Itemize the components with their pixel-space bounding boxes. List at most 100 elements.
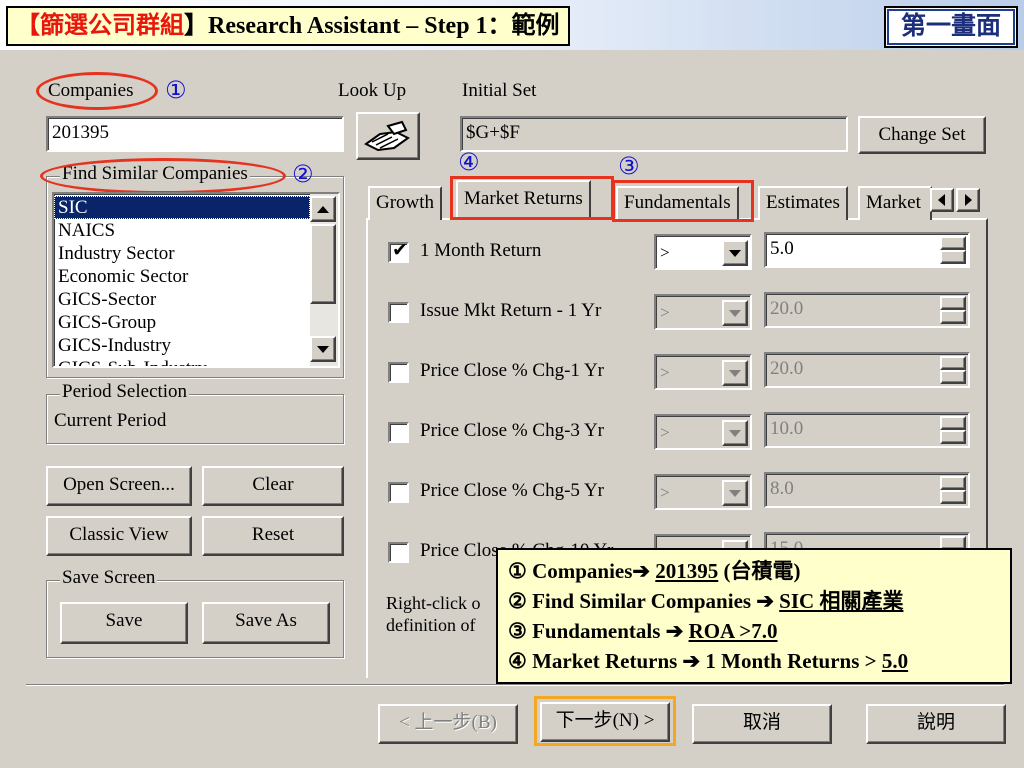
criterion-value-input[interactable]: 20.0: [764, 352, 970, 388]
tab-growth[interactable]: Growth: [368, 186, 443, 220]
value-spinner[interactable]: [940, 476, 966, 504]
criterion-label: Price Close % Chg-1 Yr: [420, 360, 604, 381]
help-button[interactable]: 說明: [866, 704, 1006, 744]
companies-input-value: 201395: [52, 122, 109, 143]
checkmark-icon: ✔: [392, 239, 408, 261]
lookup-book-icon: [364, 120, 410, 152]
similar-list-items: SIC NAICS Industry Sector Economic Sector GI…: [54, 196, 310, 366]
scroll-down-button[interactable]: [310, 336, 336, 362]
scroll-thumb[interactable]: [310, 224, 336, 304]
next-button[interactable]: 下一步(N) >: [540, 702, 670, 742]
spin-up-button[interactable]: [940, 236, 966, 250]
annotation-note: ① Companies➔ 201395 (台積電) ② Find Similar…: [496, 548, 1012, 684]
list-item[interactable]: GICS-Group: [54, 311, 310, 334]
open-screen-button[interactable]: Open Screen...: [46, 466, 192, 506]
list-item[interactable]: NAICS: [54, 219, 310, 242]
back-button[interactable]: < 上一步(B): [378, 704, 518, 744]
marker-4: ④: [458, 148, 480, 176]
criterion-checkbox[interactable]: [388, 542, 409, 563]
criterion-value: 20.0: [770, 358, 804, 379]
chevron-down-icon: [729, 430, 741, 437]
initial-set-label: Initial Set: [462, 80, 537, 101]
operator-select[interactable]: >: [654, 294, 752, 330]
criterion-checkbox[interactable]: ✔: [388, 239, 409, 263]
operator-select[interactable]: >: [654, 354, 752, 390]
scroll-up-button[interactable]: [310, 196, 336, 222]
spin-down-button[interactable]: [940, 370, 966, 384]
list-item[interactable]: GICS-Sector: [54, 288, 310, 311]
criterion-checkbox[interactable]: [388, 362, 409, 383]
screen-tag: 第一畫面: [884, 6, 1018, 48]
list-item[interactable]: Economic Sector: [54, 265, 310, 288]
listbox-scrollbar[interactable]: [310, 194, 338, 366]
arrow-up-icon: [317, 206, 329, 213]
value-spinner[interactable]: [940, 416, 966, 444]
operator-select[interactable]: >: [654, 474, 752, 510]
spin-down-button[interactable]: [940, 430, 966, 444]
similar-listbox[interactable]: SIC NAICS Industry Sector Economic Sector GI…: [52, 192, 340, 368]
lookup-button[interactable]: [356, 112, 420, 160]
spin-up-button[interactable]: [940, 476, 966, 490]
change-set-button[interactable]: Change Set: [858, 116, 986, 154]
title-bracket-open: 【: [16, 13, 40, 39]
operator-dropdown-button[interactable]: [722, 240, 748, 266]
spin-up-button[interactable]: [940, 356, 966, 370]
criterion-checkbox[interactable]: [388, 302, 409, 323]
hint-text: Right-click o definition of: [386, 592, 480, 636]
spin-down-button[interactable]: [940, 490, 966, 504]
tab-estimates[interactable]: Estimates: [758, 186, 848, 220]
value-spinner[interactable]: [940, 356, 966, 384]
operator-dropdown-button[interactable]: [722, 300, 748, 326]
spin-down-button[interactable]: [940, 310, 966, 324]
note-line-3: ③ Fundamentals ➔ ROA >7.0: [508, 619, 778, 643]
annotation-box-market-returns: [450, 176, 614, 220]
tab-scroll-right[interactable]: [956, 188, 980, 212]
list-item[interactable]: SIC: [54, 196, 310, 219]
companies-input[interactable]: 201395: [46, 116, 344, 152]
hint-line-2: definition of: [386, 615, 476, 635]
period-value: Current Period: [54, 410, 167, 431]
criterion-label: Issue Mkt Return - 1 Yr: [420, 300, 602, 321]
criterion-value-input[interactable]: 20.0: [764, 292, 970, 328]
wizard-divider: [26, 684, 1004, 686]
criterion-value-input[interactable]: 10.0: [764, 412, 970, 448]
cancel-button[interactable]: 取消: [692, 704, 832, 744]
list-item[interactable]: Industry Sector: [54, 242, 310, 265]
classic-view-button[interactable]: Classic View: [46, 516, 192, 556]
operator-dropdown-button[interactable]: [722, 420, 748, 446]
operator-dropdown-button[interactable]: [722, 360, 748, 386]
reset-button[interactable]: Reset: [202, 516, 344, 556]
spin-up-button[interactable]: [940, 296, 966, 310]
spin-down-button[interactable]: [940, 250, 966, 264]
arrow-down-icon: [317, 346, 329, 353]
marker-3: ③: [618, 152, 640, 180]
value-spinner[interactable]: [940, 236, 966, 264]
criterion-value: 5.0: [770, 238, 794, 259]
operator-dropdown-button[interactable]: [722, 480, 748, 506]
clear-button[interactable]: Clear: [202, 466, 344, 506]
list-item[interactable]: GICS-Industry: [54, 334, 310, 357]
criterion-checkbox[interactable]: [388, 482, 409, 503]
save-screen-label: Save Screen: [60, 567, 158, 588]
annotation-oval-companies: [36, 72, 158, 110]
tab-scroll-left[interactable]: [930, 188, 954, 212]
arrow-left-icon: [938, 194, 945, 206]
criterion-value: 10.0: [770, 418, 804, 439]
criterion-value-input[interactable]: 5.0: [764, 232, 970, 268]
criterion-label: Price Close % Chg-3 Yr: [420, 420, 604, 441]
operator-select[interactable]: >: [654, 234, 752, 270]
chevron-down-icon: [729, 310, 741, 317]
spin-up-button[interactable]: [940, 416, 966, 430]
criterion-value-input[interactable]: 8.0: [764, 472, 970, 508]
slide-title: 【篩選公司群組】Research Assistant – Step 1：範例: [6, 6, 570, 46]
criterion-label: 1 Month Return: [420, 240, 542, 261]
save-as-button[interactable]: Save As: [202, 602, 330, 644]
value-spinner[interactable]: [940, 296, 966, 324]
list-item[interactable]: GICS-Sub-Industry: [54, 357, 310, 366]
tab-market[interactable]: Market: [858, 186, 932, 220]
operator-select[interactable]: >: [654, 414, 752, 450]
title-chinese: 篩選公司群組: [40, 13, 184, 39]
criterion-checkbox[interactable]: [388, 422, 409, 443]
hint-line-1: Right-click o: [386, 593, 481, 613]
save-button[interactable]: Save: [60, 602, 188, 644]
